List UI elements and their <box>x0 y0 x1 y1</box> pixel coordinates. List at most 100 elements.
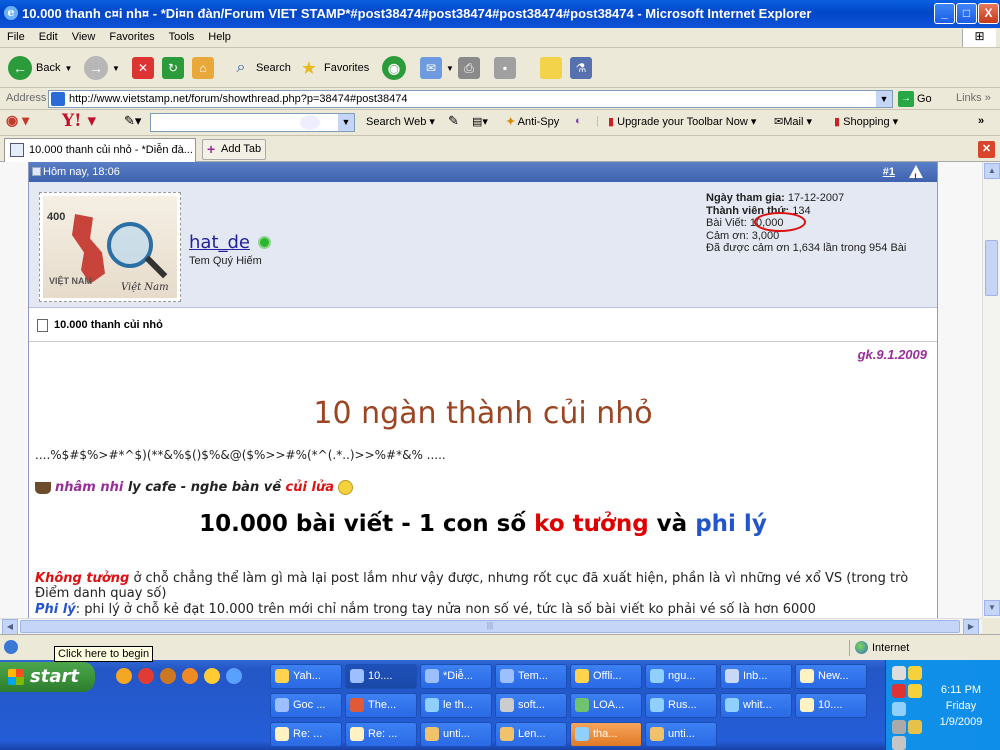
refresh-button[interactable]: ↻ <box>162 54 184 82</box>
quicklaunch-firefox-icon[interactable] <box>182 668 198 684</box>
avatar[interactable]: 400 VIỆT NAM Việt Nam <box>39 192 181 302</box>
tray-extra-icon[interactable] <box>892 736 906 750</box>
yahoo-mail-button[interactable]: ✉Mail ▾ <box>774 115 812 128</box>
clock[interactable]: 6:11 PM Friday 1/9/2009 <box>922 682 1000 730</box>
minimize-button[interactable]: _ <box>934 3 955 24</box>
address-input[interactable]: http://www.vietstamp.net/forum/showthrea… <box>48 90 893 108</box>
taskbar-item[interactable]: 10.... <box>795 693 867 718</box>
taskbar-item[interactable]: LOA... <box>570 693 642 718</box>
home-button[interactable]: ⌂ <box>192 54 214 82</box>
menu-favorites[interactable]: Favorites <box>102 28 161 46</box>
update-icon[interactable] <box>892 702 906 716</box>
search-dropdown-icon[interactable]: ▼ <box>338 114 354 131</box>
taskbar-item[interactable]: unti... <box>420 722 492 747</box>
stop-button[interactable]: ✕ <box>132 54 154 82</box>
task-label: Re: ... <box>368 728 398 740</box>
news-icon[interactable]: ▤▾ <box>472 115 488 128</box>
yahoo-search-input[interactable]: ▼ <box>150 113 355 132</box>
taskbar-item[interactable]: *Diễ... <box>420 664 492 689</box>
taskbar-item[interactable]: Goc ... <box>270 693 342 718</box>
highlight-icon[interactable]: ✎ <box>448 113 459 129</box>
discuss-button[interactable] <box>540 54 562 82</box>
scroll-right-icon[interactable]: ▶ <box>963 619 979 635</box>
quicklaunch-browser-icon[interactable] <box>138 668 154 684</box>
add-tab-button[interactable]: + Add Tab <box>202 139 266 160</box>
taskbar-item[interactable]: Yah... <box>270 664 342 689</box>
taskbar-item[interactable]: Offli... <box>570 664 642 689</box>
forward-button[interactable]: → ▼ <box>84 54 120 82</box>
username-link[interactable]: hat_de <box>189 232 250 253</box>
vertical-scroll-thumb[interactable] <box>985 240 998 296</box>
yahoo-tray-icon[interactable] <box>908 684 922 698</box>
quicklaunch-messenger-icon[interactable] <box>204 668 220 684</box>
messenger-tray-icon[interactable] <box>908 666 922 680</box>
tab-active[interactable]: 10.000 thanh củi nhỏ - *Diễn đà... <box>4 138 196 162</box>
taskbar-item[interactable]: le th... <box>420 693 492 718</box>
menu-tools[interactable]: Tools <box>162 28 202 46</box>
shopping-button[interactable]: ▮ Shopping ▾ <box>834 115 898 128</box>
taskbar-item[interactable]: Rus... <box>645 693 717 718</box>
horizontal-scrollbar[interactable]: ◀ ||| ▶ <box>0 618 982 635</box>
task-label: Goc ... <box>293 699 326 711</box>
toolbar-overflow-icon[interactable]: » <box>978 115 984 127</box>
menu-edit[interactable]: Edit <box>32 28 65 46</box>
yahoo-logo[interactable]: Y! ▾ <box>62 111 96 131</box>
taskbar-item[interactable]: Re: ... <box>270 722 342 747</box>
shield-icon[interactable]: ◐ <box>575 115 582 127</box>
scroll-down-icon[interactable]: ▼ <box>984 600 1000 616</box>
scroll-up-icon[interactable]: ▲ <box>984 163 1000 179</box>
taskbar-item[interactable]: Inb... <box>720 664 792 689</box>
upgrade-button[interactable]: ▮ Upgrade your Toolbar Now ▾ <box>608 115 756 128</box>
favorites-button[interactable]: ★ Favorites <box>298 54 369 82</box>
go-button[interactable]: → Go <box>898 91 932 107</box>
headline-text-1: 10.000 bài viết - 1 con số <box>199 511 535 537</box>
taskbar-item-highlighted[interactable]: tha... <box>570 722 642 747</box>
volume-icon[interactable] <box>892 720 906 734</box>
mail-button[interactable]: ✉ ▼ <box>420 54 454 82</box>
taskbar-item[interactable]: soft... <box>495 693 567 718</box>
vertical-scrollbar[interactable]: ▲ ▼ <box>982 162 1000 618</box>
network-icon[interactable] <box>892 666 906 680</box>
eye-icon[interactable]: ◉ ▾ <box>6 112 29 129</box>
scroll-left-icon[interactable]: ◀ <box>2 619 18 635</box>
taskbar-item[interactable]: The... <box>345 693 417 718</box>
report-warning-icon[interactable]: ! <box>909 165 923 182</box>
taskbar-item[interactable]: New... <box>795 664 867 689</box>
window-title-bar[interactable]: e 10.000 thanh c¤i nh¤ - *Di¤n đàn/Forum… <box>0 0 1000 28</box>
research-button[interactable]: ⚗ <box>570 54 592 82</box>
search-web-button[interactable]: Search Web ▾ <box>366 115 435 128</box>
menu-view[interactable]: View <box>65 28 103 46</box>
back-button[interactable]: ← Back ▼ <box>8 54 72 82</box>
post-number-link[interactable]: #1 <box>883 162 895 182</box>
menu-help[interactable]: Help <box>201 28 238 46</box>
taskbar-item[interactable]: Tem... <box>495 664 567 689</box>
taskbar-item[interactable]: ngu... <box>645 664 717 689</box>
user-info-panel: 400 VIỆT NAM Việt Nam hat_de Tem Quý Hiế… <box>29 182 937 308</box>
edit-button[interactable]: ▪ <box>494 54 516 82</box>
start-button[interactable]: start <box>0 662 95 692</box>
taskbar-item[interactable]: unti... <box>645 722 717 747</box>
taskbar-item[interactable]: Re: ... <box>345 722 417 747</box>
address-dropdown-icon[interactable]: ▼ <box>876 91 892 107</box>
media-button[interactable]: ◉ <box>382 54 406 82</box>
links-label: Links <box>956 92 982 104</box>
taskbar-item-active[interactable]: 10.... <box>345 664 417 689</box>
horizontal-scroll-thumb[interactable]: ||| <box>20 620 960 633</box>
menu-file[interactable]: File <box>0 28 32 46</box>
paragraph-2: Phi lý: phi lý ở chỗ kẻ đạt 10.000 trên … <box>35 602 930 617</box>
taskbar-item[interactable]: whit... <box>720 693 792 718</box>
close-button[interactable]: X <box>978 3 999 24</box>
taskbar-item[interactable]: Len... <box>495 722 567 747</box>
search-button[interactable]: ⌕ Search <box>230 54 291 82</box>
quicklaunch-ie-icon[interactable] <box>226 668 242 684</box>
links-button[interactable]: Links » <box>956 92 991 104</box>
quicklaunch-media-icon[interactable] <box>160 668 176 684</box>
language-icon[interactable] <box>908 720 922 734</box>
close-tab-icon[interactable]: ✕ <box>978 141 995 158</box>
maximize-button[interactable]: □ <box>956 3 977 24</box>
antivirus-icon[interactable] <box>892 684 906 698</box>
print-button[interactable]: ⎙ <box>458 54 480 82</box>
pencil-icon[interactable]: ✎▾ <box>124 113 141 129</box>
anti-spy-button[interactable]: ✦ Anti-Spy <box>506 115 559 128</box>
quicklaunch-smiley-icon[interactable] <box>116 668 132 684</box>
